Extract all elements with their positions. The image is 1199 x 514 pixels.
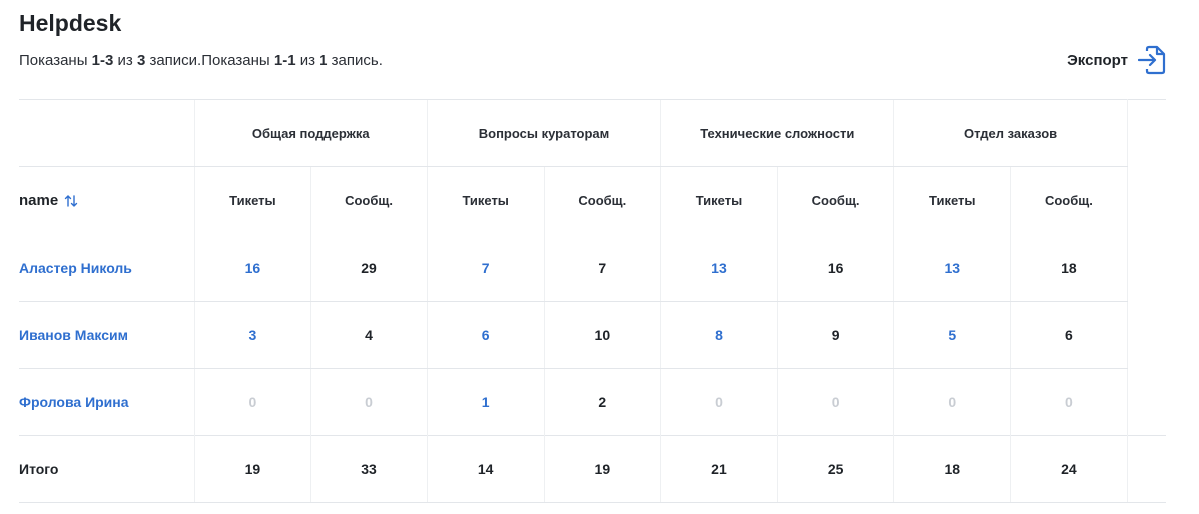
- name-header-label: name: [19, 192, 59, 210]
- group-header: Технические сложности: [660, 99, 894, 167]
- summary-text: записи.Показаны: [145, 52, 274, 69]
- agent-name-link[interactable]: Аластер Николь: [19, 260, 132, 276]
- messages-cell: 29: [310, 234, 428, 302]
- tickets-link[interactable]: 16: [245, 260, 261, 276]
- group-header-row: Общая поддержка Вопросы кураторам Технич…: [19, 99, 1166, 167]
- tickets-link[interactable]: 6: [482, 327, 490, 343]
- records-summary: Показаны 1-3 из 3 записи.Показаны 1-1 из…: [19, 52, 383, 69]
- pad-cell: [1127, 435, 1166, 503]
- total-row: Итого 19 33 14 19 21 25 18 24: [19, 435, 1166, 503]
- subheader-tickets: Тикеты: [660, 166, 778, 235]
- tickets-cell: 1: [426, 368, 544, 436]
- pad-cell: [1127, 369, 1166, 436]
- file-export-icon: [1138, 45, 1166, 75]
- messages-cell: 0: [776, 368, 894, 436]
- subheader-messages: Сообщ.: [543, 166, 661, 235]
- summary-range: 1-1: [273, 52, 296, 69]
- group-header: Общая поддержка: [193, 99, 428, 167]
- messages-cell: 2: [543, 368, 661, 436]
- tickets-cell: 5: [893, 301, 1011, 369]
- total-messages: 24: [1010, 435, 1128, 503]
- group-header: Вопросы кураторам: [426, 99, 661, 167]
- tickets-cell: 13: [660, 234, 778, 302]
- tickets-cell: 0: [193, 368, 311, 436]
- messages-cell: 9: [776, 301, 894, 369]
- tickets-cell: 0: [893, 368, 1011, 436]
- table-row: Фролова Ирина 0 0 1 2 0 0 0 0: [19, 368, 1166, 436]
- pad-cell: [1127, 99, 1166, 167]
- messages-cell: 10: [543, 301, 661, 369]
- name-column-header[interactable]: name: [19, 167, 194, 235]
- pad-cell: [1127, 167, 1166, 235]
- tickets-link[interactable]: 8: [715, 327, 723, 343]
- summary-text: Показаны: [19, 52, 92, 69]
- agent-name-link[interactable]: Иванов Максим: [19, 327, 128, 343]
- tickets-cell: 8: [660, 301, 778, 369]
- pad-cell: [1127, 302, 1166, 369]
- subheader-tickets: Тикеты: [193, 166, 311, 235]
- summary-text: запись.: [327, 52, 383, 69]
- total-messages: 19: [543, 435, 661, 503]
- messages-cell: 18: [1010, 234, 1128, 302]
- tickets-link[interactable]: 5: [948, 327, 956, 343]
- total-label: Итого: [19, 435, 195, 503]
- tickets-cell: 7: [426, 234, 544, 302]
- summary-text: из: [295, 52, 320, 69]
- total-tickets: 18: [893, 435, 1011, 503]
- tickets-link[interactable]: 3: [249, 327, 257, 343]
- table-row: Аластер Николь 16 29 7 7 13 16 13 18: [19, 234, 1166, 302]
- messages-cell: 4: [310, 301, 428, 369]
- tickets-cell: 16: [193, 234, 311, 302]
- tickets-link[interactable]: 1: [482, 394, 490, 410]
- total-messages: 33: [310, 435, 428, 503]
- tickets-link[interactable]: 7: [482, 260, 490, 276]
- messages-cell: 0: [1010, 368, 1128, 436]
- summary-text: из: [113, 52, 137, 69]
- agent-name-cell: Иванов Максим: [19, 301, 195, 369]
- summary-range: 1-3: [91, 52, 114, 69]
- subheader-messages: Сообщ.: [310, 166, 428, 235]
- subheader-row: name Тикеты Сообщ. Тикеты Сообщ. Тикеты …: [19, 166, 1166, 235]
- subheader-tickets: Тикеты: [893, 166, 1011, 235]
- tickets-link[interactable]: 13: [944, 260, 960, 276]
- agent-name-cell: Аластер Николь: [19, 234, 195, 302]
- tickets-cell: 3: [193, 301, 311, 369]
- subheader-tickets: Тикеты: [426, 166, 544, 235]
- agent-name-link[interactable]: Фролова Ирина: [19, 394, 129, 410]
- page-title: Helpdesk: [19, 10, 122, 36]
- export-button[interactable]: Экспорт: [1067, 45, 1166, 75]
- empty-header-cell: [19, 99, 195, 167]
- table-row: Иванов Максим 3 4 6 10 8 9 5 6: [19, 301, 1166, 369]
- tickets-cell: 0: [660, 368, 778, 436]
- sort-arrows-icon[interactable]: [64, 194, 78, 208]
- messages-cell: 7: [543, 234, 661, 302]
- group-header: Отдел заказов: [893, 99, 1128, 167]
- total-messages: 25: [776, 435, 894, 503]
- messages-cell: 0: [310, 368, 428, 436]
- agent-name-cell: Фролова Ирина: [19, 369, 194, 436]
- tickets-cell: 13: [893, 234, 1011, 302]
- subheader-messages: Сообщ.: [1010, 166, 1128, 235]
- total-tickets: 21: [660, 435, 778, 503]
- tickets-link[interactable]: 13: [711, 260, 727, 276]
- subheader-messages: Сообщ.: [776, 166, 894, 235]
- helpdesk-table: Общая поддержка Вопросы кураторам Технич…: [19, 99, 1166, 503]
- tickets-cell: 6: [426, 301, 544, 369]
- export-label: Экспорт: [1067, 51, 1128, 69]
- messages-cell: 6: [1010, 301, 1128, 369]
- total-tickets: 19: [193, 435, 311, 503]
- total-tickets: 14: [426, 435, 544, 503]
- messages-cell: 16: [776, 234, 894, 302]
- pad-cell: [1127, 235, 1166, 302]
